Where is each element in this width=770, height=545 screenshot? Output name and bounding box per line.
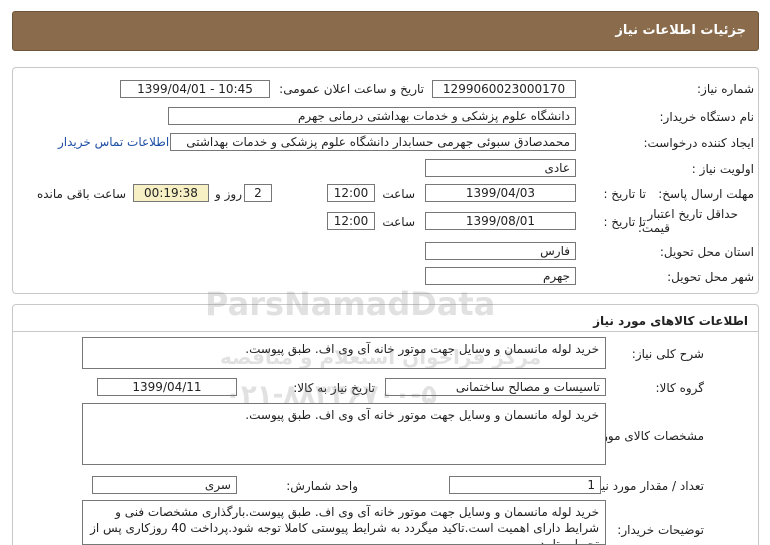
buyer-notes-field: خرید لوله مانسمان و وسایل جهت موتور خانه… [82, 500, 606, 545]
validity-time-label: ساعت [382, 215, 415, 229]
goods-section-title: اطلاعات کالاهای مورد نیاز [593, 314, 748, 328]
validity-to-date-label: تا تاریخ : [603, 215, 646, 229]
deadline-time-field: 12:00 [327, 184, 375, 202]
request-creator-label: ایجاد کننده درخواست: [643, 136, 754, 150]
deadline-to-date-label: تا تاریخ : [603, 187, 646, 201]
delivery-city-label: شهر محل تحویل: [667, 270, 754, 284]
need-date-label: تاریخ نیاز به کالا: [293, 381, 375, 395]
remaining-time-label: ساعت باقی مانده [36, 187, 126, 201]
buyer-notes-label: توضیحات خریدار: [617, 523, 704, 537]
goods-section-divider [13, 331, 758, 332]
need-summary-label: شرح کلی نیاز: [631, 347, 704, 361]
buyer-contact-link[interactable]: اطلاعات تماس خریدار [58, 135, 169, 149]
deadline-time-label: ساعت [382, 187, 415, 201]
validity-time-field: 12:00 [327, 212, 375, 230]
need-info-panel [12, 67, 759, 294]
unit-field: سری [92, 476, 237, 494]
price-validity-label-line1: حداقل تاریخ اعتبار [647, 207, 738, 221]
unit-label: واحد شمارش: [286, 479, 358, 493]
need-number-field: 1299060023000170 [432, 80, 576, 98]
need-summary-field: خرید لوله مانسمان و وسایل جهت موتور خانه… [82, 337, 606, 369]
page-header: جزئیات اطلاعات نیاز [12, 11, 759, 51]
quantity-field: 1 [449, 476, 601, 494]
goods-specs-field: خرید لوله مانسمان و وسایل جهت موتور خانه… [82, 403, 606, 465]
remaining-time-field: 00:19:38 [133, 184, 209, 202]
announce-datetime-field: 1399/04/01 - 10:45 [120, 80, 270, 98]
quantity-label: تعداد / مقدار مورد نیاز: [588, 479, 704, 493]
request-creator-field: محمدصادق سبوئی جهرمی حسابدار دانشگاه علو… [170, 133, 576, 151]
response-deadline-label: مهلت ارسال پاسخ: [658, 187, 754, 201]
priority-field: عادی [425, 159, 576, 177]
delivery-province-field: فارس [425, 242, 576, 260]
days-and-label: روز و [215, 187, 242, 201]
page-title: جزئیات اطلاعات نیاز [615, 23, 746, 38]
announce-datetime-label: تاریخ و ساعت اعلان عمومی: [279, 82, 424, 96]
goods-group-label: گروه کالا: [655, 381, 705, 395]
deadline-date-field: 1399/04/03 [425, 184, 576, 202]
delivery-province-label: استان محل تحویل: [659, 245, 754, 259]
quantity-value: 1 [587, 478, 595, 492]
need-number-label: شماره نیاز: [697, 82, 754, 96]
remaining-days-field: 2 [244, 184, 272, 202]
buyer-name-field: دانشگاه علوم پزشکی و خدمات بهداشتی درمان… [168, 107, 576, 125]
delivery-city-field: جهرم [425, 267, 576, 285]
need-date-field: 1399/04/11 [97, 378, 237, 396]
priority-label: اولویت نیاز : [691, 162, 754, 176]
buyer-name-label: نام دستگاه خریدار: [659, 110, 755, 124]
validity-date-field: 1399/08/01 [425, 212, 576, 230]
goods-group-field: تاسیسات و مصالح ساختمانی [385, 378, 606, 396]
